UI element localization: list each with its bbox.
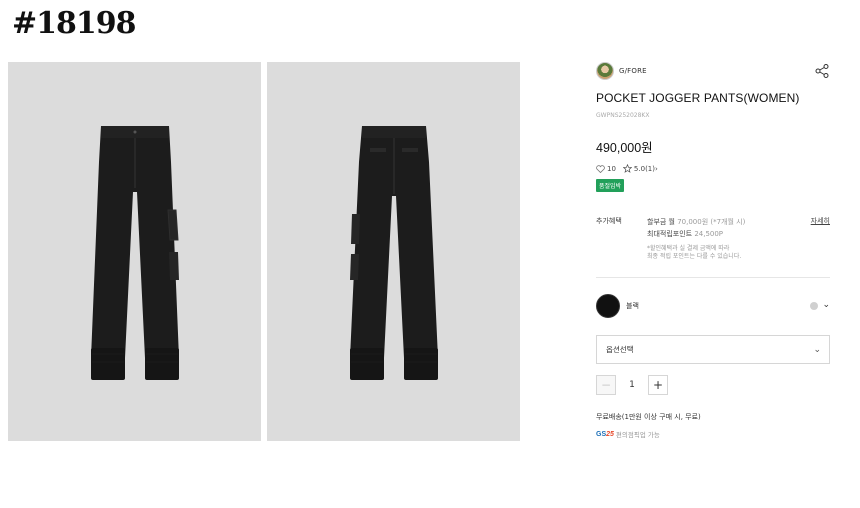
- product-title: POCKET JOGGER PANTS(WOMEN): [596, 91, 800, 105]
- points-prefix: 최대적립포인트: [647, 230, 695, 238]
- benefit-note: *할인혜택과 실 결제 금액에 따라 최종 적립 포인트는 다를 수 있습니다.: [647, 245, 830, 261]
- star-icon: [622, 164, 632, 173]
- product-stats: 10 5.0 (1) ›: [596, 164, 830, 173]
- gs25-logo-gs: GS: [596, 430, 607, 438]
- heart-icon: [596, 164, 605, 173]
- brand-row[interactable]: G/FORE: [596, 60, 830, 82]
- gs25-logo: GS25: [596, 431, 614, 438]
- benefit-note-line-2: 최종 적립 포인트는 다를 수 있습니다.: [647, 253, 742, 260]
- chevron-down-icon[interactable]: ⌄: [822, 300, 830, 310]
- quantity-value[interactable]: 1: [616, 380, 648, 390]
- brand-avatar[interactable]: [596, 62, 614, 80]
- option-select-label: 옵션선택: [606, 345, 634, 354]
- pickup-info: GS25 편의점픽업 가능: [596, 429, 830, 440]
- page-tag: #18198: [12, 6, 137, 41]
- chevron-right-icon: ›: [654, 164, 658, 173]
- pickup-text: 편의점픽업 가능: [615, 431, 660, 439]
- divider: [596, 277, 830, 278]
- product-gallery: [8, 62, 520, 441]
- pants-front-illustration: [90, 125, 179, 380]
- installment-prefix: 할부금 월: [647, 218, 678, 226]
- color-selector: 블랙 ⌄: [596, 293, 830, 319]
- chevron-down-icon: ⌄: [813, 345, 821, 355]
- share-icon[interactable]: [814, 63, 830, 79]
- product-code: GWPNS252028KX: [596, 112, 650, 119]
- review-count: (1): [645, 164, 655, 173]
- rating-value: 5.0: [633, 164, 646, 173]
- like-count-value: 10: [607, 164, 616, 173]
- like-count[interactable]: 10: [596, 165, 616, 173]
- benefit-note-line-1: *할인혜택과 실 결제 금액에 따라: [647, 245, 730, 252]
- points-line: 최대적립포인트 24,500P: [647, 228, 830, 240]
- product-image-back[interactable]: [267, 62, 520, 441]
- rating-summary[interactable]: 5.0 (1) ›: [622, 164, 658, 173]
- quantity-decrease-button[interactable]: −: [596, 375, 616, 395]
- gs25-logo-num: 25: [606, 430, 614, 438]
- color-swatch-black[interactable]: [596, 294, 620, 318]
- product-info-panel: G/FORE POCKET JOGGER PANTS(WOMEN) GWPNS2…: [596, 60, 830, 439]
- option-select[interactable]: 옵션선택 ⌄: [596, 335, 830, 364]
- benefits-detail-link[interactable]: 자세히: [811, 216, 830, 226]
- pants-back-illustration: [349, 125, 438, 380]
- benefits-label: 추가혜택: [596, 217, 622, 225]
- quantity-increase-button[interactable]: +: [648, 375, 668, 395]
- product-price: 490,000원: [596, 141, 653, 155]
- installment-line: 할부금 월 70,000원 (*7개월 시): [647, 216, 830, 228]
- benefits-section: 추가혜택 할부금 월 70,000원 (*7개월 시) 최대적립포인트 24,5…: [596, 216, 830, 261]
- color-swatch-alt[interactable]: [810, 302, 818, 310]
- shipping-info: 무료배송(1만원 이상 구매 시, 무료): [596, 413, 701, 421]
- color-name: 블랙: [626, 302, 639, 310]
- quantity-stepper: − 1 +: [596, 375, 830, 395]
- brand-name[interactable]: G/FORE: [619, 67, 647, 75]
- product-image-front[interactable]: [8, 62, 261, 441]
- status-badge: 품절임박: [596, 179, 625, 192]
- installment-value: 70,000원 (*7개월 시): [677, 218, 746, 226]
- points-value: 24,500P: [694, 230, 724, 238]
